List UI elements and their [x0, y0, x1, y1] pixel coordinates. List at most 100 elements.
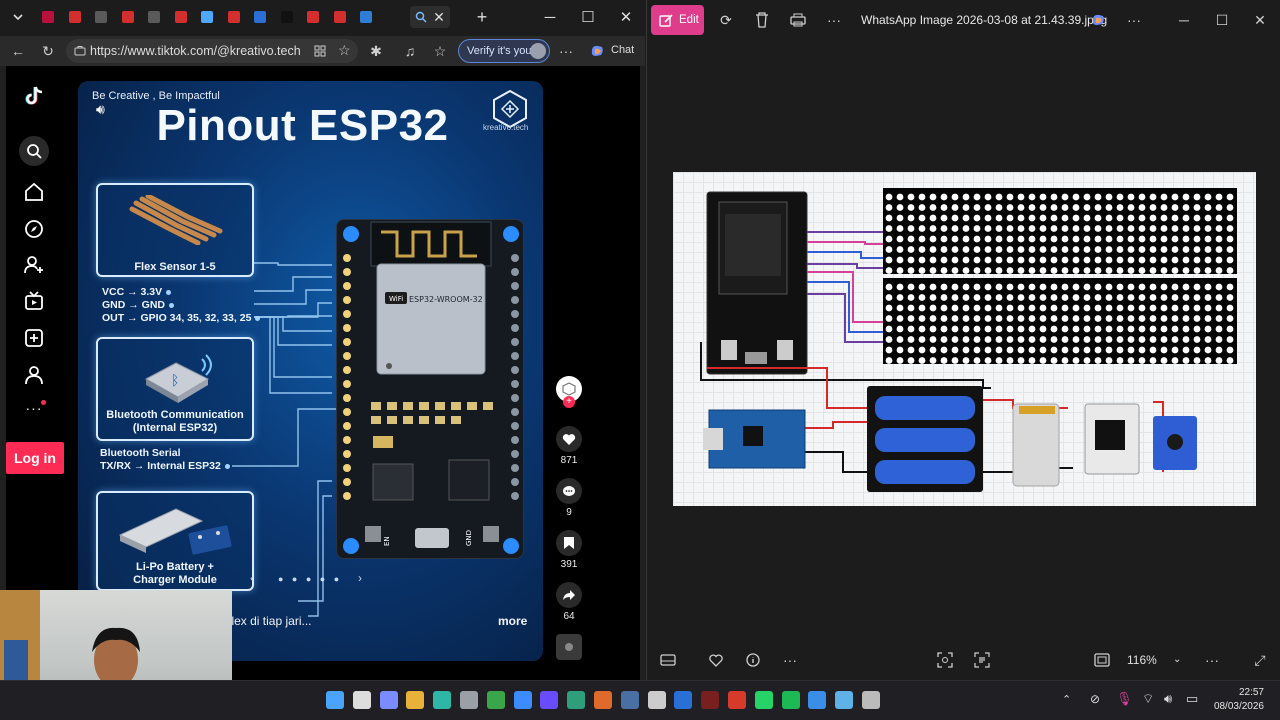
verify-profile-button[interactable]: Verify it's you [458, 39, 550, 63]
start-menu-icon[interactable] [326, 691, 344, 709]
whiteboard-icon[interactable] [513, 691, 532, 709]
browser-tab[interactable] [118, 6, 138, 28]
creator-avatar-button[interactable]: + [551, 376, 587, 408]
copilot-chat-button[interactable]: Chat [587, 41, 639, 61]
print-button[interactable] [787, 9, 809, 31]
browser-tab[interactable] [65, 6, 85, 28]
app-red-icon[interactable] [728, 691, 746, 709]
music-disc-button[interactable] [551, 634, 587, 660]
browser-tab[interactable] [171, 6, 191, 28]
favorite-star-icon[interactable]: ☆ [338, 42, 351, 59]
visual-search-button[interactable] [934, 649, 956, 671]
carousel-prev-button[interactable]: ‹ [250, 571, 254, 585]
back-button[interactable]: ← [8, 41, 28, 61]
minimize-button[interactable]: ─ [540, 8, 560, 28]
delete-button[interactable] [751, 9, 773, 31]
browser-tab[interactable] [330, 6, 350, 28]
site-info-icon[interactable] [74, 45, 86, 57]
fullscreen-button[interactable]: ⤢ [1249, 649, 1271, 671]
app-cursor-icon[interactable] [862, 691, 880, 709]
login-button[interactable]: Log in [6, 442, 64, 474]
settings-gear-icon[interactable] [460, 691, 478, 709]
browser-tab[interactable] [38, 6, 58, 28]
bottom-more-button[interactable]: ··· [779, 649, 801, 671]
microphone-icon[interactable]: 🎙︎ [1116, 691, 1133, 707]
carousel-next-button[interactable]: › [358, 571, 362, 585]
xbox-icon[interactable] [486, 691, 505, 709]
photos-icon[interactable] [808, 691, 827, 709]
caption-more-link[interactable]: more [498, 614, 527, 628]
volume-icon[interactable]: 🔊︎ [1164, 691, 1172, 707]
notepad-icon[interactable] [835, 691, 854, 709]
fit-to-window-button[interactable] [1091, 649, 1113, 671]
whatsapp-icon[interactable] [754, 691, 773, 709]
spotify-icon[interactable] [781, 691, 800, 709]
file-info-button[interactable] [742, 649, 764, 671]
tiktok-logo[interactable] [22, 84, 46, 108]
close-window-button[interactable]: ✕ [616, 8, 636, 28]
rotate-button[interactable]: ⟳ [715, 9, 737, 31]
tab-actions-button[interactable] [8, 6, 28, 28]
browser-tab[interactable] [250, 6, 270, 28]
viewer-more-button[interactable]: ··· [1123, 9, 1145, 31]
steam-icon[interactable] [620, 691, 639, 709]
new-tab-button[interactable]: + [472, 6, 492, 28]
refresh-button[interactable]: ↻ [38, 41, 58, 61]
show-hidden-icons-button[interactable]: ⌃ [1062, 693, 1071, 706]
like-button[interactable]: 871 [551, 426, 587, 466]
eye-off-icon[interactable]: ⊘ [1090, 692, 1100, 706]
app-ki-icon[interactable] [540, 691, 559, 709]
zoom-more-button[interactable]: ··· [1201, 649, 1223, 671]
browser-tab[interactable] [144, 6, 164, 28]
follow-plus-icon[interactable]: + [563, 396, 575, 408]
media-button[interactable]: ♫ [400, 41, 420, 61]
filmstrip-button[interactable] [657, 649, 679, 671]
clock[interactable]: 22:57 08/03/2026 [1212, 686, 1264, 714]
favorites-button[interactable]: ☆ [430, 41, 450, 61]
maximize-button[interactable]: ☐ [578, 8, 598, 28]
comment-button[interactable]: 9 [551, 478, 587, 518]
battery-icon[interactable]: ▭ [1186, 691, 1198, 707]
nav-home[interactable] [22, 180, 46, 204]
file-explorer-icon[interactable] [406, 691, 425, 709]
browser-tab[interactable] [224, 6, 244, 28]
address-bar[interactable]: https://www.tiktok.com/@kreativo.tech...… [66, 39, 358, 63]
app-blue-icon[interactable] [674, 691, 693, 709]
wifi-icon[interactable]: ⌔ [1142, 691, 1154, 707]
browser-tab[interactable] [91, 6, 111, 28]
search-icon[interactable] [352, 691, 371, 709]
nav-more[interactable]: ··· [22, 396, 46, 420]
close-tab-icon[interactable]: ✕ [433, 10, 445, 24]
tab-active-tiktok[interactable]: ✕ [410, 6, 450, 28]
viewer-minimize-button[interactable]: ─ [1173, 9, 1195, 31]
app-available-icon[interactable] [314, 45, 326, 57]
nav-live[interactable] [22, 289, 46, 313]
video-player[interactable]: Be Creative , Be Impactful 🔊︎ Pinout ESP… [78, 81, 543, 661]
nav-following[interactable] [22, 253, 46, 277]
search-button[interactable] [19, 136, 49, 166]
edit-button[interactable]: Edit [651, 5, 704, 35]
settings-more-button[interactable]: ··· [556, 41, 576, 61]
copilot-button[interactable] [1087, 9, 1109, 31]
nav-profile[interactable] [22, 363, 46, 387]
edge-browser-icon[interactable] [433, 691, 452, 709]
browser-tab[interactable] [303, 6, 323, 28]
bookmark-button[interactable]: 391 [551, 530, 587, 570]
see-more-button[interactable]: ··· [823, 9, 845, 31]
viewer-maximize-button[interactable]: ☐ [1211, 9, 1233, 31]
browser-tab[interactable] [197, 6, 217, 28]
app-orange-icon[interactable] [594, 691, 612, 709]
copilot-icon[interactable] [379, 691, 398, 709]
nav-explore[interactable] [22, 217, 46, 241]
share-button[interactable]: 64 [551, 582, 587, 622]
browser-tab[interactable] [277, 6, 297, 28]
viewer-close-button[interactable]: ✕ [1249, 9, 1271, 31]
app-darkred-icon[interactable] [701, 691, 720, 709]
app-green-icon[interactable] [567, 691, 586, 709]
text-scan-button[interactable] [971, 649, 993, 671]
zoom-dropdown[interactable]: 116% ⌄ [1127, 649, 1187, 671]
epic-games-icon[interactable] [647, 691, 666, 709]
extensions-button[interactable]: ✱ [366, 41, 386, 61]
nav-upload[interactable] [22, 326, 46, 350]
favorite-button[interactable] [705, 649, 727, 671]
